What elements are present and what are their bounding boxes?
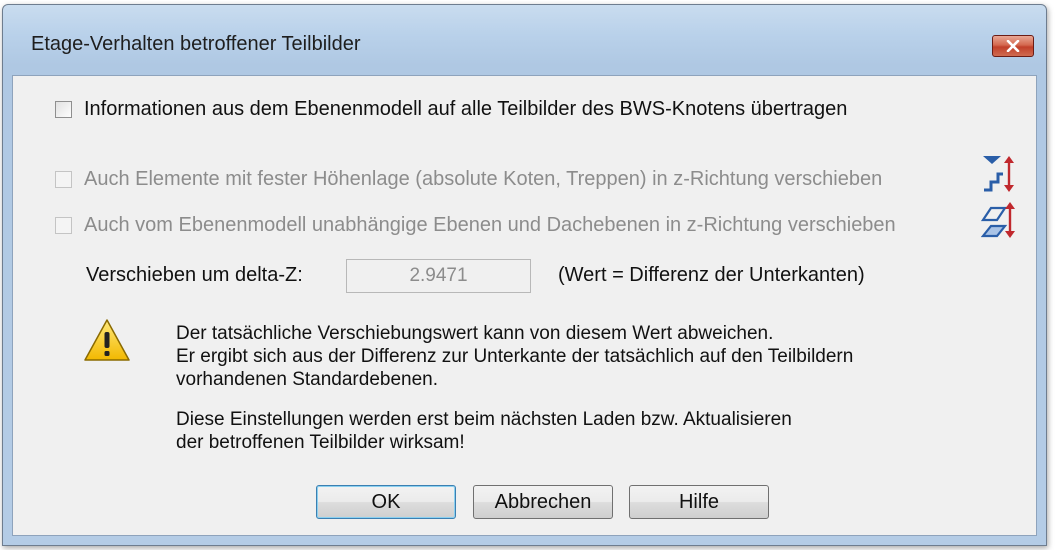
- note-text-line-1: Diese Einstellungen werden erst beim näc…: [176, 409, 792, 430]
- warning-text-line-1: Der tatsächliche Verschiebungswert kann …: [176, 323, 774, 344]
- planes-shift-icon: [981, 202, 1015, 238]
- cancel-button[interactable]: Abbrechen: [473, 485, 613, 519]
- stairs-shift-icon: [983, 156, 1014, 192]
- delta-z-label: Verschieben um delta-Z:: [86, 264, 303, 286]
- option-fixed-height-elements[interactable]: Auch Elemente mit fester Höhenlage (abso…: [55, 168, 882, 191]
- option-transfer-info-label: Informationen aus dem Ebenenmodell auf a…: [84, 98, 848, 120]
- title-bar[interactable]: Etage-Verhalten betroffener Teilbilder: [3, 5, 1046, 75]
- checkbox-fixed-height-elements[interactable]: [55, 171, 72, 188]
- warning-icon: [84, 319, 130, 361]
- delta-z-hint: (Wert = Differenz der Unterkanten): [558, 264, 865, 286]
- close-icon: [1006, 40, 1020, 52]
- warning-text-line-2: Er ergibt sich aus der Differenz zur Unt…: [176, 346, 854, 367]
- warning-text-line-3: vorhandenen Standardebenen.: [176, 369, 439, 390]
- dialog-window: Etage-Verhalten betroffener Teilbilder I…: [2, 4, 1047, 546]
- help-button[interactable]: Hilfe: [629, 485, 769, 519]
- checkbox-independent-planes[interactable]: [55, 217, 72, 234]
- dialog-title: Etage-Verhalten betroffener Teilbilder: [31, 33, 361, 55]
- option-independent-planes-label: Auch vom Ebenenmodell unabhängige Ebenen…: [84, 214, 896, 236]
- option-fixed-height-elements-label: Auch Elemente mit fester Höhenlage (abso…: [84, 168, 883, 190]
- checkbox-transfer-info[interactable]: [55, 101, 72, 118]
- note-text-line-2: der betroffenen Teilbilder wirksam!: [176, 432, 465, 453]
- option-transfer-info[interactable]: Informationen aus dem Ebenenmodell auf a…: [55, 98, 847, 121]
- ok-button[interactable]: OK: [316, 485, 456, 519]
- close-button[interactable]: [992, 35, 1034, 57]
- dialog-client-area: Informationen aus dem Ebenenmodell auf a…: [12, 75, 1037, 536]
- option-independent-planes[interactable]: Auch vom Ebenenmodell unabhängige Ebenen…: [55, 214, 896, 237]
- delta-z-field[interactable]: 2.9471: [346, 259, 531, 293]
